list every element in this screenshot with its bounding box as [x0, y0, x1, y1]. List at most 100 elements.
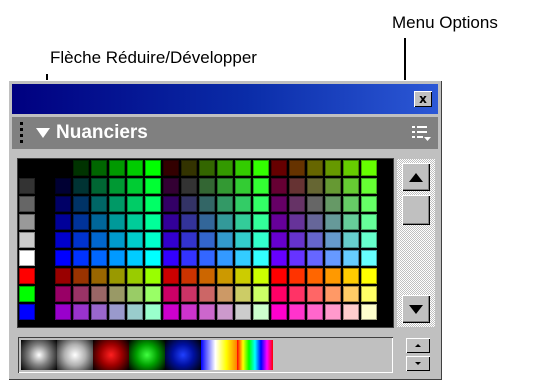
- scroll-up-button[interactable]: [402, 163, 430, 191]
- color-swatch[interactable]: [271, 268, 287, 284]
- color-swatch[interactable]: [145, 304, 161, 320]
- color-swatch[interactable]: [235, 178, 251, 194]
- color-swatch[interactable]: [217, 250, 233, 266]
- color-swatch[interactable]: [181, 250, 197, 266]
- color-swatch[interactable]: [217, 214, 233, 230]
- color-swatch[interactable]: [235, 268, 251, 284]
- color-swatch[interactable]: [181, 178, 197, 194]
- color-swatch[interactable]: [253, 304, 269, 320]
- color-swatch[interactable]: [109, 250, 125, 266]
- color-swatch[interactable]: [181, 196, 197, 212]
- color-swatch[interactable]: [19, 232, 35, 248]
- color-swatch[interactable]: [253, 286, 269, 302]
- color-swatch[interactable]: [325, 196, 341, 212]
- color-swatch[interactable]: [217, 178, 233, 194]
- collapse-arrow-icon[interactable]: [36, 128, 50, 138]
- color-swatch[interactable]: [289, 178, 305, 194]
- gradient-spinner[interactable]: [406, 338, 430, 372]
- color-swatch[interactable]: [163, 178, 179, 194]
- color-swatch[interactable]: [109, 196, 125, 212]
- color-swatch[interactable]: [289, 268, 305, 284]
- color-swatch[interactable]: [217, 160, 233, 176]
- color-swatch[interactable]: [145, 232, 161, 248]
- color-swatch[interactable]: [343, 268, 359, 284]
- color-swatch[interactable]: [91, 196, 107, 212]
- color-swatch[interactable]: [19, 196, 35, 212]
- color-swatch[interactable]: [127, 304, 143, 320]
- color-swatch[interactable]: [289, 304, 305, 320]
- color-swatch[interactable]: [361, 160, 377, 176]
- color-swatch[interactable]: [199, 178, 215, 194]
- color-swatch[interactable]: [73, 178, 89, 194]
- color-swatch[interactable]: [325, 268, 341, 284]
- color-swatch[interactable]: [253, 178, 269, 194]
- color-swatch[interactable]: [361, 232, 377, 248]
- color-swatch[interactable]: [109, 160, 125, 176]
- color-swatch[interactable]: [163, 232, 179, 248]
- color-swatch[interactable]: [19, 178, 35, 194]
- color-swatch[interactable]: [307, 268, 323, 284]
- color-swatch[interactable]: [217, 286, 233, 302]
- color-swatch[interactable]: [163, 268, 179, 284]
- color-swatch[interactable]: [181, 232, 197, 248]
- color-swatch[interactable]: [91, 286, 107, 302]
- color-swatch[interactable]: [199, 196, 215, 212]
- color-swatch[interactable]: [181, 160, 197, 176]
- color-swatch[interactable]: [181, 214, 197, 230]
- color-swatch[interactable]: [145, 250, 161, 266]
- rainbow-gradient[interactable]: [237, 340, 273, 370]
- color-swatch[interactable]: [91, 268, 107, 284]
- color-swatch[interactable]: [307, 286, 323, 302]
- color-swatch[interactable]: [109, 286, 125, 302]
- color-swatch[interactable]: [163, 250, 179, 266]
- color-swatch[interactable]: [73, 286, 89, 302]
- yellow-linear-gradient[interactable]: [201, 340, 237, 370]
- color-swatch[interactable]: [235, 160, 251, 176]
- gradient-scroll-up-button[interactable]: [406, 338, 430, 353]
- color-swatch[interactable]: [145, 286, 161, 302]
- color-swatch[interactable]: [325, 214, 341, 230]
- color-swatch[interactable]: [325, 232, 341, 248]
- color-swatch[interactable]: [163, 286, 179, 302]
- color-swatch[interactable]: [235, 250, 251, 266]
- color-swatch[interactable]: [271, 250, 287, 266]
- color-swatch[interactable]: [55, 196, 71, 212]
- color-swatch[interactable]: [163, 196, 179, 212]
- color-swatch[interactable]: [55, 160, 71, 176]
- color-swatch[interactable]: [361, 196, 377, 212]
- color-swatch[interactable]: [235, 196, 251, 212]
- color-swatch[interactable]: [109, 214, 125, 230]
- color-swatch[interactable]: [19, 268, 35, 284]
- color-swatch[interactable]: [73, 304, 89, 320]
- color-swatch[interactable]: [73, 214, 89, 230]
- color-swatch[interactable]: [55, 268, 71, 284]
- color-swatch[interactable]: [91, 160, 107, 176]
- color-swatch[interactable]: [361, 178, 377, 194]
- color-swatch[interactable]: [307, 196, 323, 212]
- color-swatch[interactable]: [271, 214, 287, 230]
- color-swatch[interactable]: [361, 250, 377, 266]
- color-swatch[interactable]: [73, 232, 89, 248]
- color-swatch[interactable]: [199, 268, 215, 284]
- color-swatch[interactable]: [109, 268, 125, 284]
- color-swatch[interactable]: [55, 286, 71, 302]
- color-swatch[interactable]: [271, 232, 287, 248]
- color-swatch[interactable]: [325, 286, 341, 302]
- drag-grip-icon[interactable]: [20, 122, 26, 144]
- color-swatch[interactable]: [91, 232, 107, 248]
- color-swatch[interactable]: [361, 304, 377, 320]
- red-radial-gradient[interactable]: [93, 340, 129, 370]
- color-swatch[interactable]: [289, 232, 305, 248]
- color-swatch[interactable]: [55, 214, 71, 230]
- color-swatch[interactable]: [73, 268, 89, 284]
- color-swatch[interactable]: [127, 178, 143, 194]
- color-swatch[interactable]: [91, 304, 107, 320]
- color-swatch[interactable]: [199, 250, 215, 266]
- color-swatch[interactable]: [91, 178, 107, 194]
- color-swatch[interactable]: [181, 286, 197, 302]
- color-swatch[interactable]: [325, 250, 341, 266]
- gradient-scroll-down-button[interactable]: [406, 356, 430, 371]
- color-swatch[interactable]: [109, 232, 125, 248]
- color-swatch[interactable]: [271, 286, 287, 302]
- color-swatch[interactable]: [163, 214, 179, 230]
